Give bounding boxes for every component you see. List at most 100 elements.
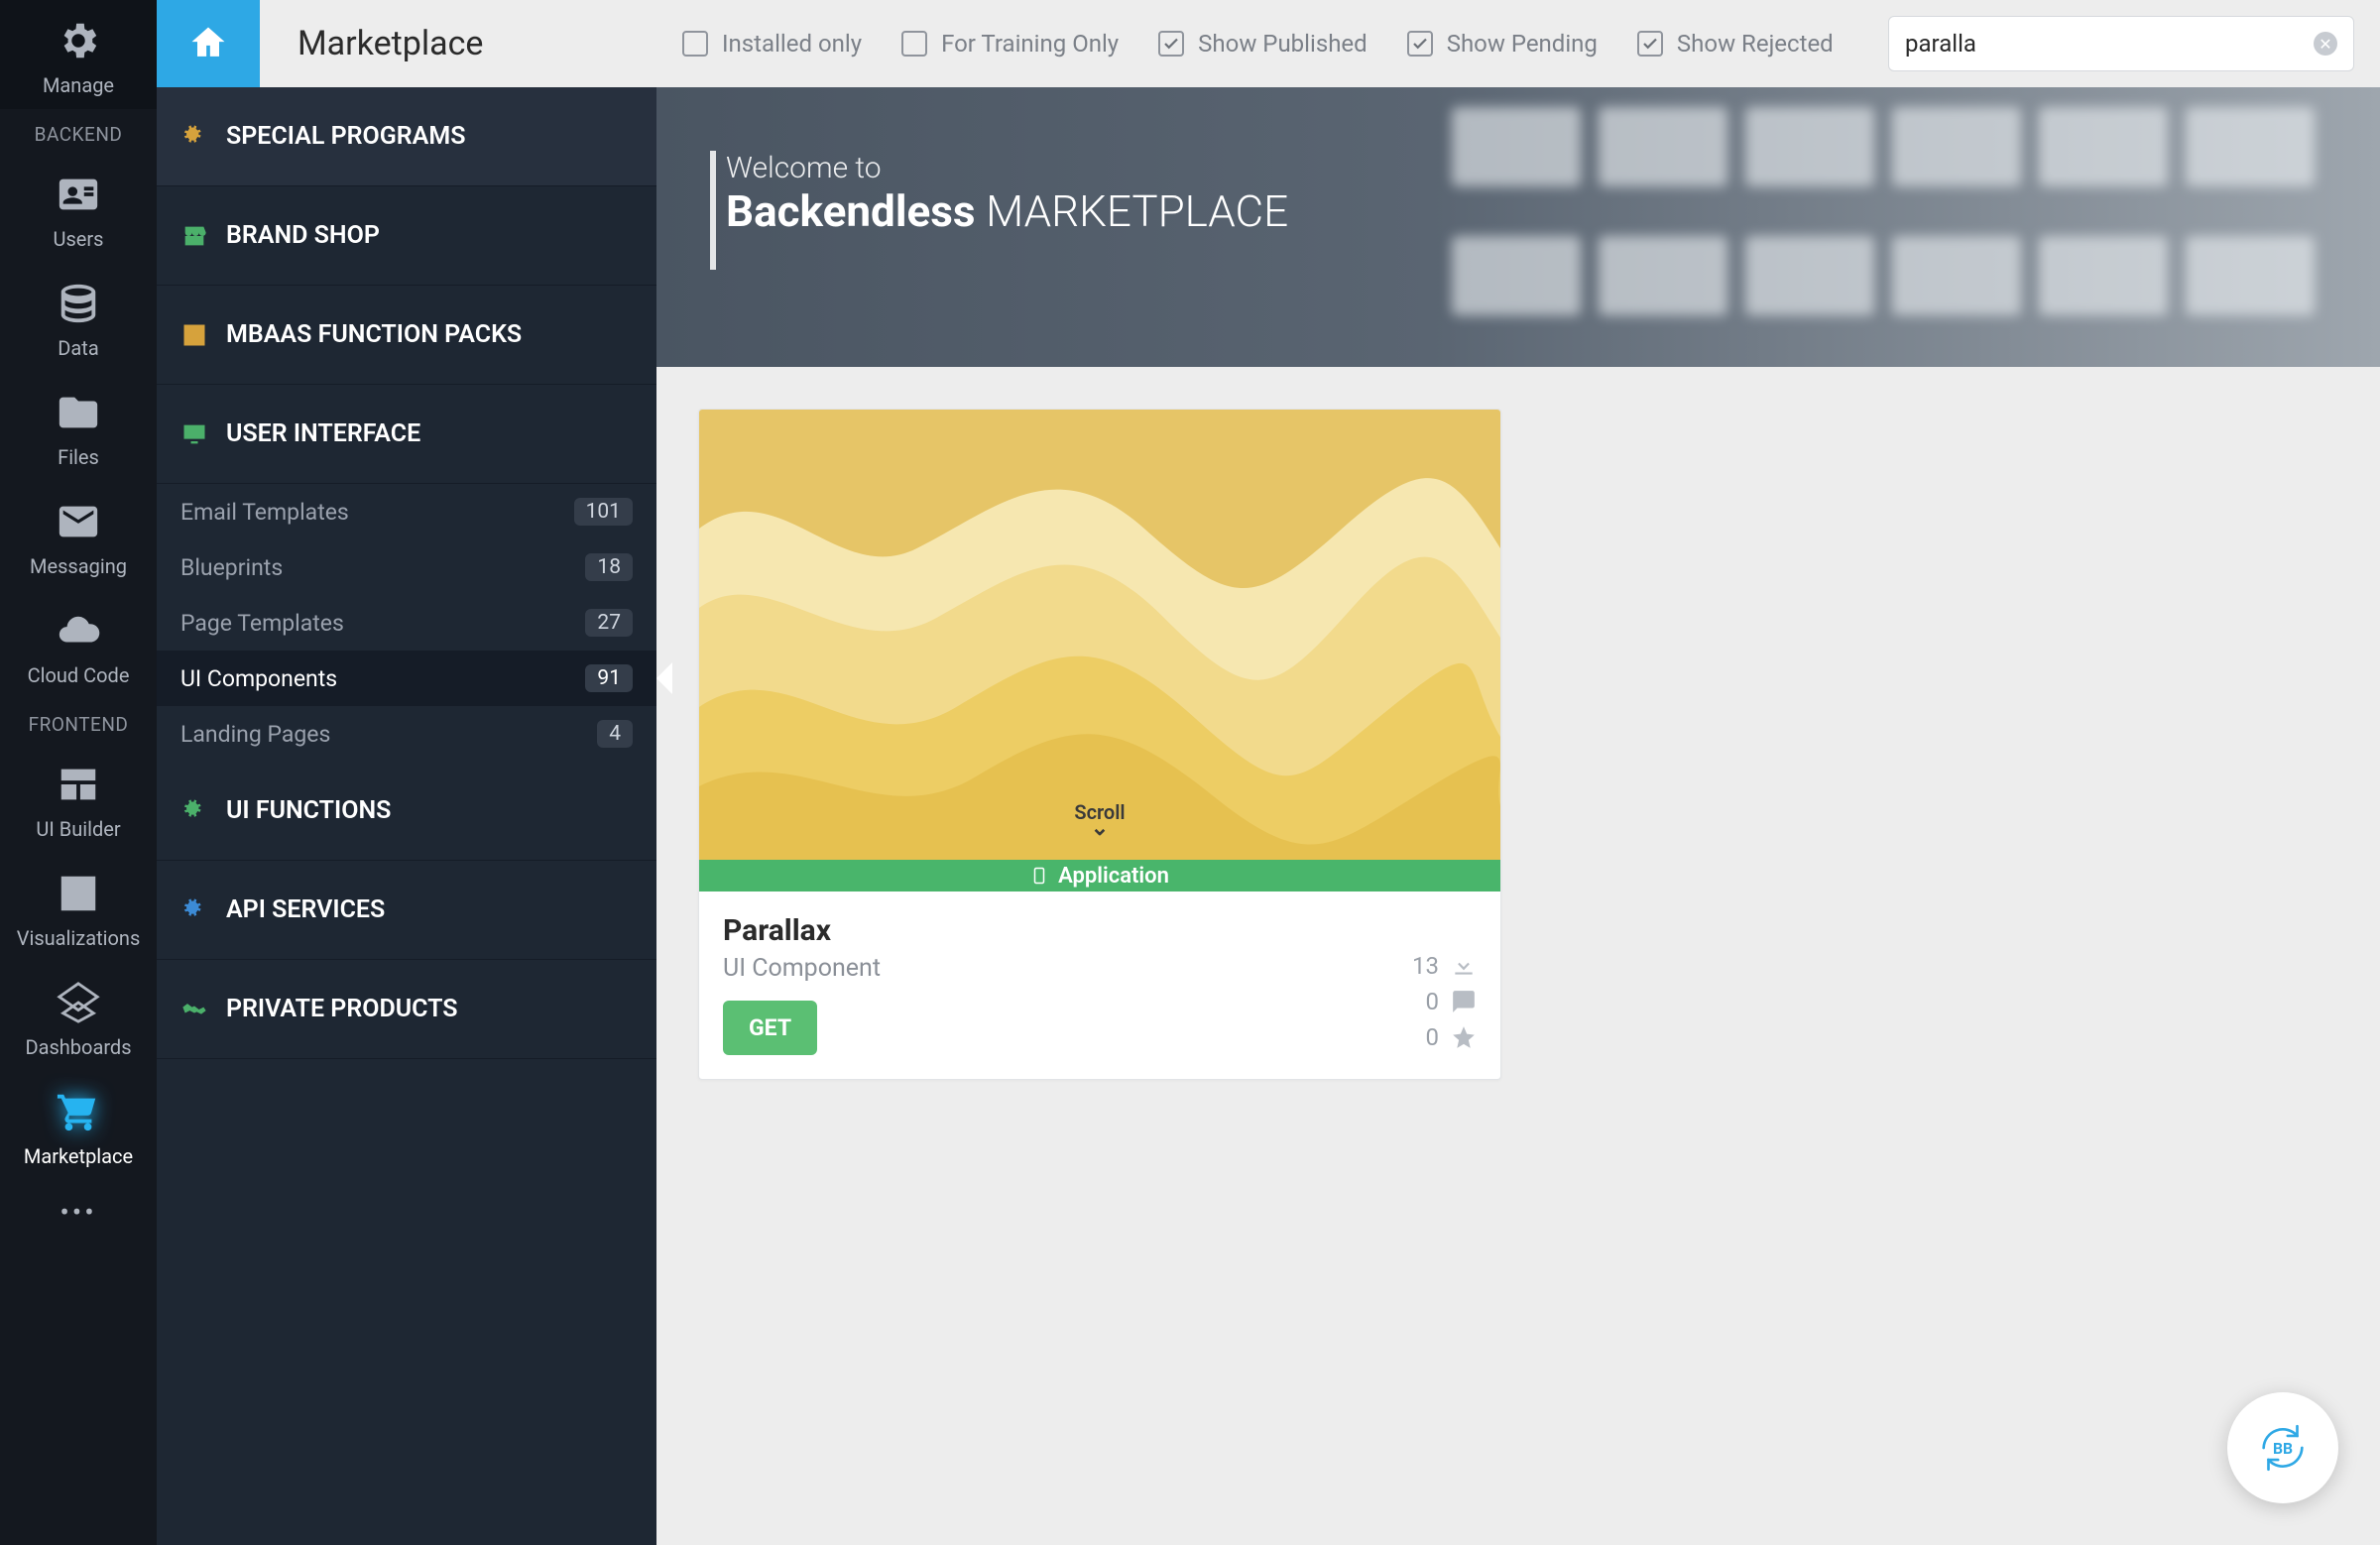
filter-label: Show Rejected <box>1677 30 1834 58</box>
download-icon <box>1451 953 1477 979</box>
primary-nav-rail: Manage BACKEND Users Data Files Messagin… <box>0 0 157 1545</box>
stars-count: 0 <box>1426 1023 1440 1051</box>
cat-private-label: PRIVATE PRODUCTS <box>226 995 458 1023</box>
card-stats: 13 0 0 <box>1412 948 1477 1055</box>
gears-icon <box>180 797 208 825</box>
sub-count: 18 <box>585 553 633 581</box>
sub-email-templates[interactable]: Email Templates 101 <box>157 484 656 539</box>
sub-count: 27 <box>585 609 633 637</box>
nav-cloudcode[interactable]: Cloud Code <box>0 590 157 699</box>
cat-brand-label: BRAND SHOP <box>226 221 380 250</box>
clear-search-icon[interactable]: ✕ <box>2314 32 2337 56</box>
nav-visualizations-label: Visualizations <box>17 926 141 950</box>
home-button[interactable] <box>157 0 260 87</box>
sub-label: Blueprints <box>180 554 283 581</box>
categories-sidebar: Marketplace SPECIAL PROGRAMS BRAND SHOP … <box>157 0 656 1545</box>
checkbox-icon <box>682 31 708 57</box>
filter-show-published[interactable]: Show Published <box>1158 30 1368 58</box>
cat-user-interface[interactable]: USER INTERFACE <box>157 385 656 484</box>
nav-data-label: Data <box>58 336 98 360</box>
filter-training-only[interactable]: For Training Only <box>901 30 1119 58</box>
gears-icon <box>180 123 208 151</box>
checkbox-icon <box>1407 31 1433 57</box>
filter-label: Installed only <box>722 30 862 58</box>
scroll-hint: Scroll ⌄ <box>1074 800 1125 834</box>
filter-show-pending[interactable]: Show Pending <box>1407 30 1598 58</box>
get-button[interactable]: GET <box>723 1001 817 1055</box>
card-tag-label: Application <box>1058 864 1169 889</box>
nav-cloudcode-label: Cloud Code <box>28 663 130 687</box>
card-artwork: Scroll ⌄ <box>699 410 1500 860</box>
sub-landing-pages[interactable]: Landing Pages 4 <box>157 706 656 762</box>
search-field[interactable]: ✕ <box>1888 16 2354 71</box>
nav-manage-label: Manage <box>43 73 114 97</box>
refresh-bb-icon: BB <box>2254 1419 2312 1477</box>
filter-installed-only[interactable]: Installed only <box>682 30 862 58</box>
downloads-count: 13 <box>1412 952 1439 980</box>
help-fab[interactable]: BB <box>2227 1392 2338 1503</box>
plus-icon <box>180 321 208 349</box>
cat-special-label: SPECIAL PROGRAMS <box>226 122 465 151</box>
nav-dashboards[interactable]: Dashboards <box>0 962 157 1071</box>
sub-blueprints[interactable]: Blueprints 18 <box>157 539 656 595</box>
cat-mbaas-label: MBAAS FUNCTION PACKS <box>226 320 522 349</box>
cat-ui-functions[interactable]: UI FUNCTIONS <box>157 762 656 861</box>
sub-count: 91 <box>585 664 633 692</box>
results-grid: Scroll ⌄ Application Parallax UI Compone… <box>656 367 2380 1545</box>
nav-files-label: Files <box>58 445 99 469</box>
rail-section-frontend: FRONTEND <box>29 713 129 736</box>
filter-show-rejected[interactable]: Show Rejected <box>1637 30 1834 58</box>
rail-section-backend: BACKEND <box>35 123 123 146</box>
cat-mbaas[interactable]: MBAAS FUNCTION PACKS <box>157 286 656 385</box>
nav-manage[interactable]: Manage <box>0 0 157 109</box>
sub-label: UI Components <box>180 665 337 692</box>
nav-uibuilder-label: UI Builder <box>36 817 120 841</box>
checkbox-icon <box>1637 31 1663 57</box>
search-input[interactable] <box>1905 30 2314 58</box>
nav-messaging-label: Messaging <box>30 554 127 578</box>
sub-count: 101 <box>574 498 633 526</box>
nav-data[interactable]: Data <box>0 263 157 372</box>
gears-icon <box>180 896 208 924</box>
nav-files[interactable]: Files <box>0 372 157 481</box>
card-type: UI Component <box>723 954 1477 983</box>
sub-label: Landing Pages <box>180 721 330 748</box>
filter-label: Show Pending <box>1447 30 1598 58</box>
card-tag: Application <box>699 860 1500 891</box>
cat-special-programs[interactable]: SPECIAL PROGRAMS <box>157 87 656 186</box>
main-area: Installed only For Training Only Show Pu… <box>656 0 2380 1545</box>
nav-marketplace[interactable]: Marketplace <box>0 1071 157 1180</box>
monitor-icon <box>180 420 208 448</box>
nav-visualizations[interactable]: Visualizations <box>0 853 157 962</box>
nav-dashboards-label: Dashboards <box>25 1035 131 1059</box>
cat-ui-label: USER INTERFACE <box>226 419 420 448</box>
checkbox-icon <box>1158 31 1184 57</box>
card-name: Parallax <box>723 913 1477 948</box>
hero-welcome: Welcome to <box>726 151 2380 185</box>
cat-private-products[interactable]: PRIVATE PRODUCTS <box>157 960 656 1059</box>
nav-marketplace-label: Marketplace <box>24 1144 133 1168</box>
cat-uifunc-label: UI FUNCTIONS <box>226 796 391 825</box>
product-card[interactable]: Scroll ⌄ Application Parallax UI Compone… <box>698 409 1501 1080</box>
hero-decoration <box>1432 87 2380 367</box>
sub-label: Page Templates <box>180 610 344 637</box>
phone-icon <box>1030 865 1048 887</box>
hero-banner: Welcome to Backendless MARKETPLACE <box>656 87 2380 367</box>
chevron-down-icon: ⌄ <box>1074 824 1125 834</box>
star-icon <box>1451 1024 1477 1050</box>
nav-uibuilder[interactable]: UI Builder <box>0 744 157 853</box>
filter-label: For Training Only <box>941 30 1119 58</box>
sub-ui-components[interactable]: UI Components 91 <box>157 651 656 706</box>
nav-users[interactable]: Users <box>0 154 157 263</box>
sub-page-templates[interactable]: Page Templates 27 <box>157 595 656 651</box>
nav-messaging[interactable]: Messaging <box>0 481 157 590</box>
handshake-icon <box>180 996 208 1023</box>
card-body: Parallax UI Component GET 13 0 0 <box>699 891 1500 1079</box>
sub-label: Email Templates <box>180 499 349 526</box>
cat-api-label: API SERVICES <box>226 895 385 924</box>
shop-icon <box>180 222 208 250</box>
cat-brand-shop[interactable]: BRAND SHOP <box>157 186 656 286</box>
nav-more[interactable]: ••• <box>60 1186 96 1239</box>
nav-users-label: Users <box>54 227 104 251</box>
cat-api-services[interactable]: API SERVICES <box>157 861 656 960</box>
